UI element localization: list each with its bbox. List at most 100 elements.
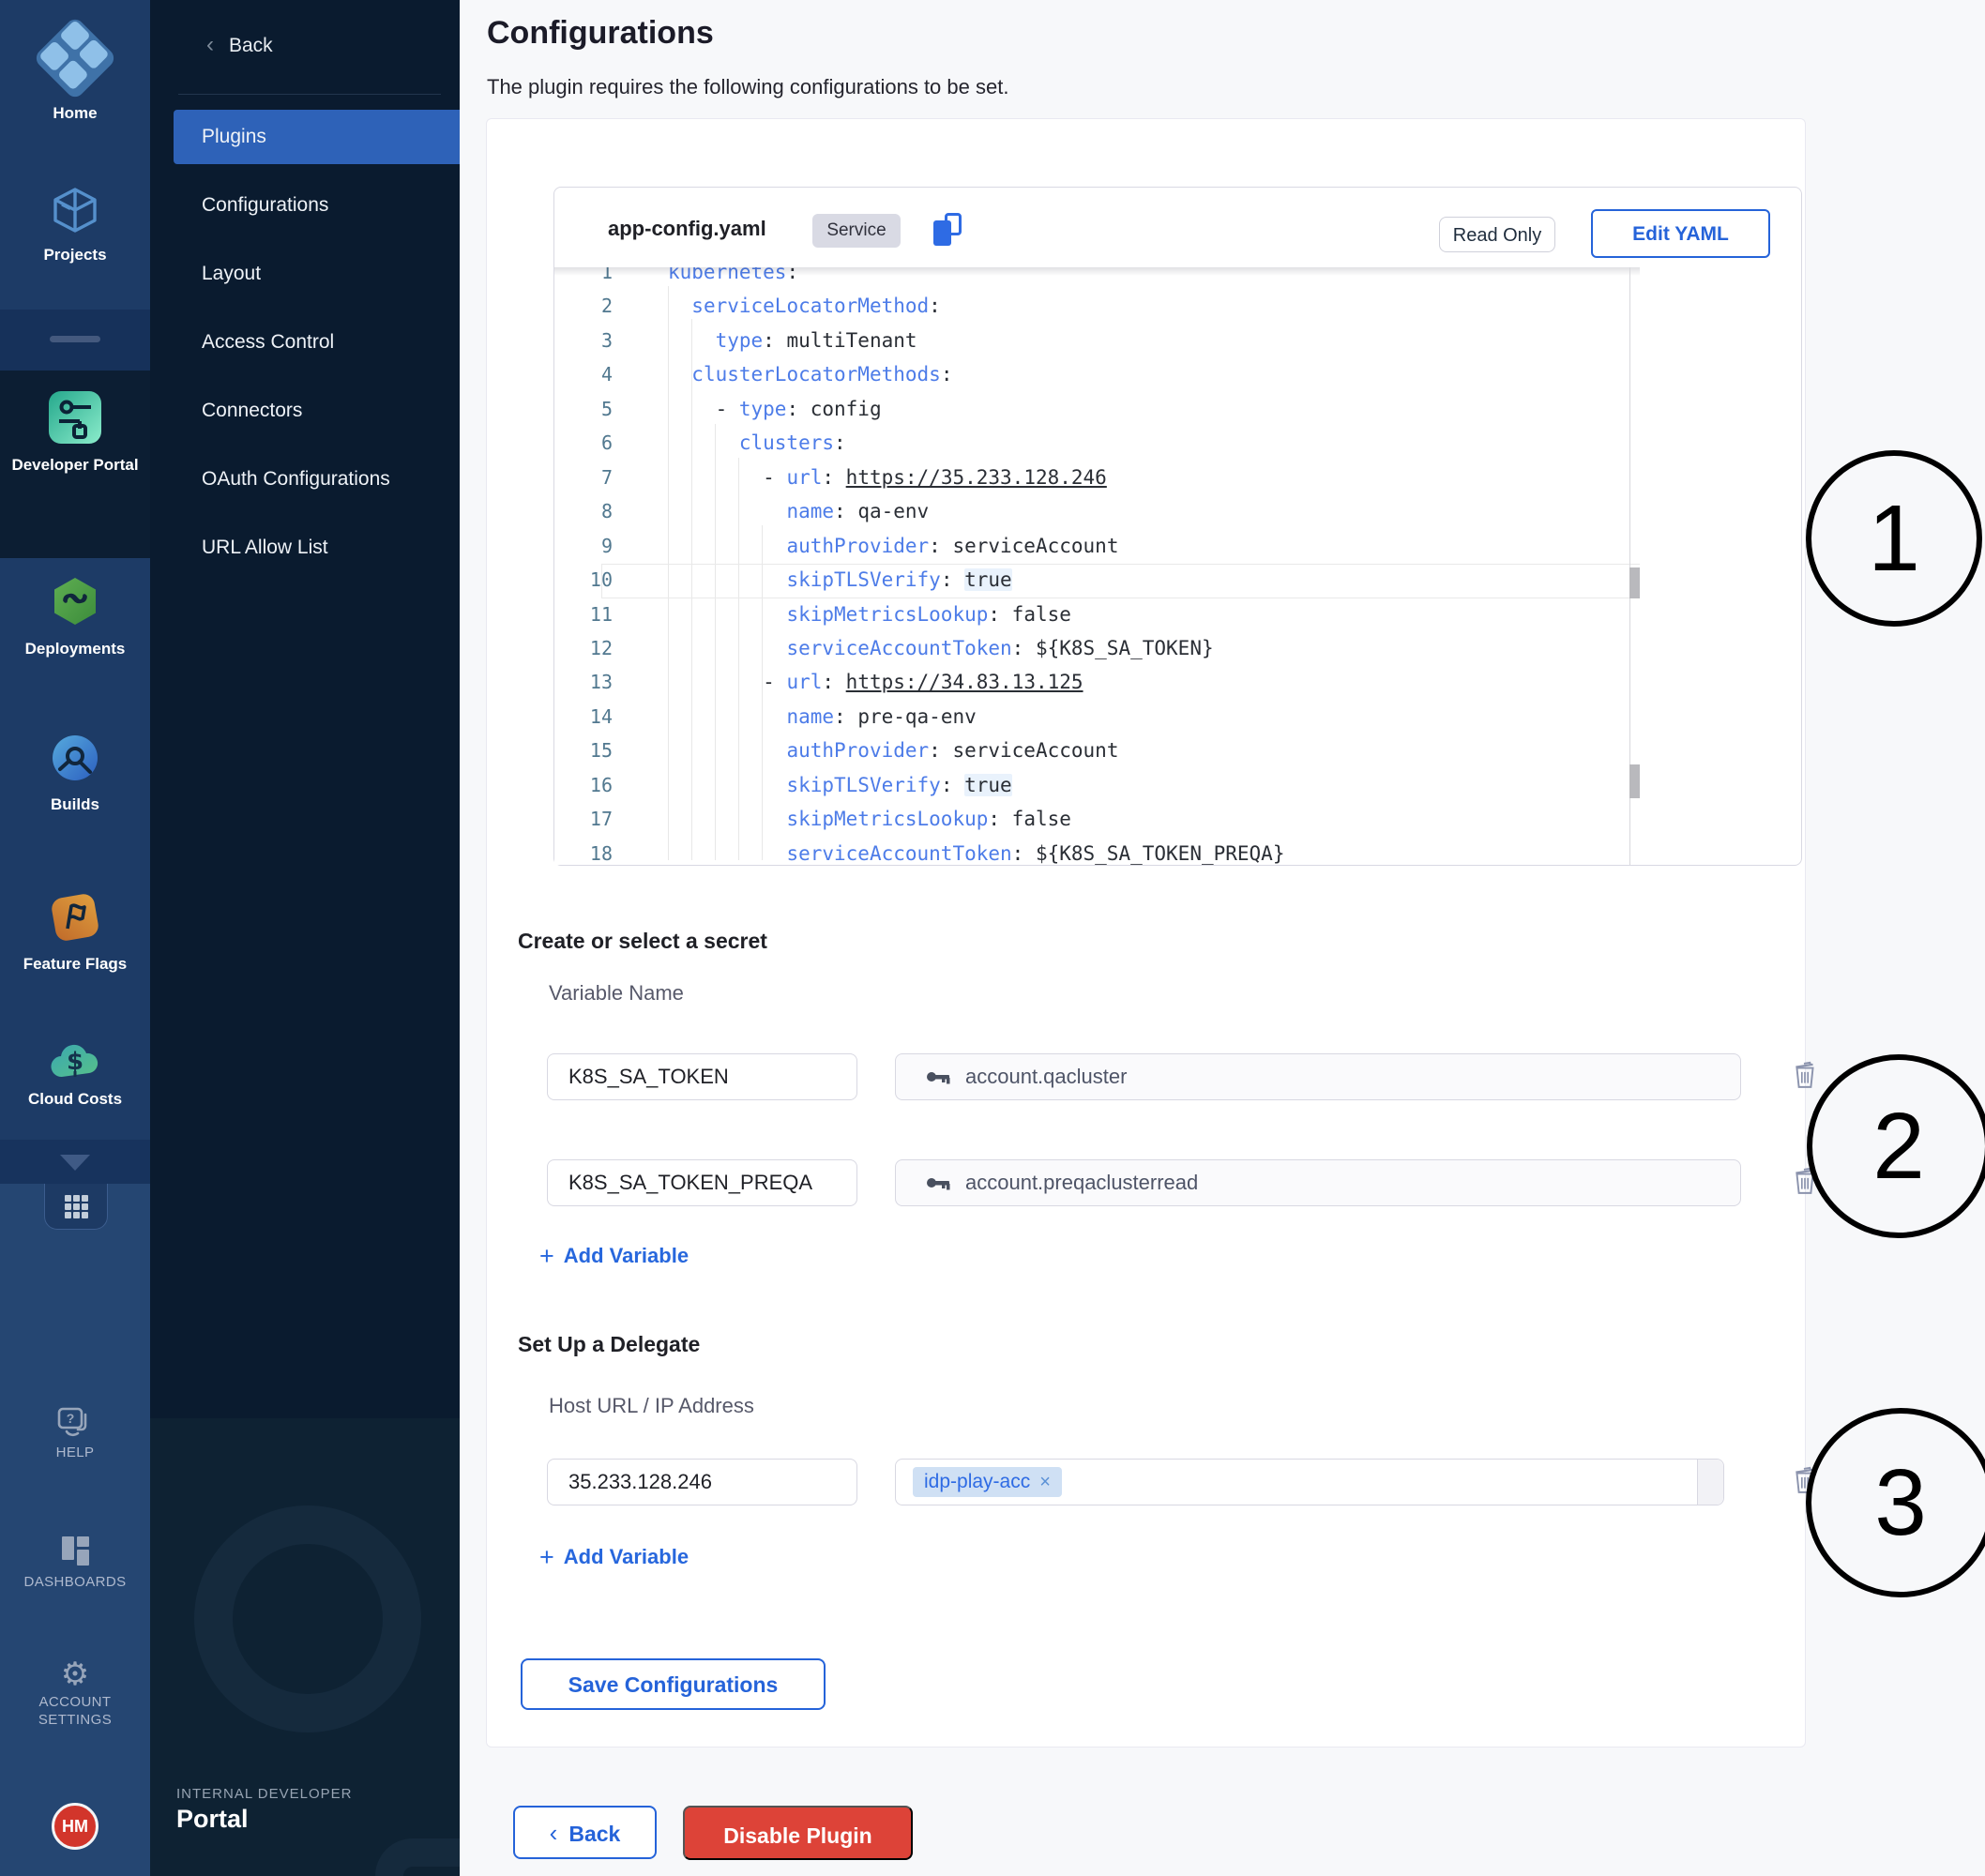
feature-flags-icon [49,891,101,948]
nav-item-layout[interactable]: Layout [202,247,261,301]
annotation-circle-1: 1 [1806,450,1982,627]
code-line-5: 5 - type: config [554,392,1640,427]
scroll-shadow [554,267,1640,276]
sidebar-item-label: Developer Portal [0,455,150,475]
secret-select-field[interactable]: account.preqaclusterread [895,1159,1741,1206]
nav-item-oauth-configurations[interactable]: OAuth Configurations [202,452,390,507]
secret-value: account.qacluster [965,1065,1127,1089]
annotation-circle-2: 2 [1807,1054,1985,1238]
sidebar-item-label: DASHBOARDS [0,1573,150,1591]
sidebar-item-label: ACCOUNT SETTINGS [0,1693,150,1729]
cloud-costs-icon: $ [49,1039,101,1085]
code-line-3: 3 type: multiTenant [554,324,1640,358]
user-avatar[interactable]: HM [52,1803,98,1850]
nav-brand-panel: INTERNAL DEVELOPER Portal [150,1418,460,1876]
key-icon [924,1169,952,1197]
code-line-15: 15 authProvider: serviceAccount [554,734,1640,768]
apps-grid-icon [65,1195,88,1218]
code-line-6: 6 clusters: [554,426,1640,461]
variable-name-input[interactable]: K8S_SA_TOKEN_PREQA [547,1159,857,1206]
code-line-13: 13 - url: https://34.83.13.125 [554,665,1640,700]
sidebar-item-developer-portal[interactable]: Developer Portal [0,390,150,475]
host-url-input[interactable]: 35.233.128.246 [547,1459,857,1505]
sidebar-item-label: Feature Flags [0,954,150,974]
back-button[interactable]: ‹Back [513,1806,657,1859]
code-line-12: 12 serviceAccountToken: ${K8S_SA_TOKEN} [554,631,1640,666]
module-switcher-tab[interactable] [44,1184,108,1230]
sidebar-bottom-section [0,1184,150,1876]
cube-icon [49,184,101,241]
sidebar-item-feature-flags[interactable]: Feature Flags [0,891,150,974]
add-variable-link[interactable]: +Add Variable [539,1242,689,1271]
sidebar-item-dashboards[interactable]: DASHBOARDS [0,1536,150,1591]
annotation-circle-3: 3 [1806,1408,1985,1597]
nav-item-plugins[interactable]: Plugins [174,110,460,164]
edit-yaml-button[interactable]: Edit YAML [1591,209,1770,258]
code-line-11: 11 skipMetricsLookup: false [554,598,1640,632]
delegate-tags-input[interactable]: idp-play-acc× [895,1459,1724,1505]
sidebar-item-account-settings[interactable]: ⚙ ACCOUNT SETTINGS [0,1660,150,1729]
page-title: Configurations [487,15,714,52]
nav-item-connectors[interactable]: Connectors [202,384,302,438]
code-line-14: 14 name: pre-qa-env [554,700,1640,734]
copy-icon[interactable] [933,213,965,249]
remove-tag-icon[interactable]: × [1039,1472,1051,1493]
key-icon [924,1063,952,1091]
svg-text:?: ? [67,1411,75,1426]
nav-items: Plugins Configurations Layout Access Contro… [150,0,460,657]
deployments-icon [50,576,100,631]
trash-icon[interactable] [1792,1059,1818,1089]
brand-title: Portal [176,1805,249,1834]
nav-item-configurations[interactable]: Configurations [202,178,328,233]
sidebar-item-projects[interactable]: Projects [0,184,150,265]
decorative-ring [194,1505,421,1732]
sidebar-item-cloud-costs[interactable]: $ Cloud Costs [0,1039,150,1109]
read-only-badge: Read Only [1439,217,1555,252]
host-url-label: Host URL / IP Address [549,1394,754,1418]
variable-name-input[interactable]: K8S_SA_TOKEN [547,1053,857,1100]
code-line-10: 10 skipTLSVerify: true [554,563,1640,598]
sidebar-item-deployments[interactable]: Deployments [0,576,150,658]
sidebar-item-home[interactable]: Home [0,21,150,123]
scrollbar-thumb[interactable] [1629,764,1640,798]
disable-plugin-button[interactable]: Disable Plugin [683,1806,913,1860]
scrollbar-thumb[interactable] [1629,567,1640,598]
sidebar-item-label: Builds [0,794,150,814]
collapse-handle-icon[interactable] [50,336,100,342]
code-line-4: 4 clusterLocatorMethods: [554,357,1640,392]
sidebar-item-label: Home [0,103,150,123]
nav-item-url-allow-list[interactable]: URL Allow List [202,521,328,575]
module-sidebar: Home Projects Developer Portal Deploymen… [0,0,150,1876]
plugin-nav-panel: ‹Back PluginsConfigurationsLayoutAccess … [150,0,460,1876]
yaml-code-viewport[interactable]: 1kubernetes:2 serviceLocatorMethod:3 typ… [554,267,1640,865]
chevron-down-icon[interactable] [60,1155,90,1171]
code-line-2: 2 serviceLocatorMethod: [554,289,1640,324]
delegate-section-title: Set Up a Delegate [518,1332,700,1357]
harness-logo-icon [45,21,105,88]
secret-value: account.preqaclusterread [965,1171,1198,1195]
tag-field-addon [1697,1460,1723,1505]
avatar-initials: HM [62,1817,88,1837]
sidebar-item-label: Cloud Costs [0,1089,150,1109]
code-line-18: 18 serviceAccountToken: ${K8S_SA_TOKEN_P… [554,837,1640,865]
dashboards-icon [62,1536,89,1566]
developer-portal-icon [48,390,102,449]
decorative-square [375,1838,460,1876]
chevron-left-icon: ‹ [550,1819,558,1847]
add-variable-link[interactable]: +Add Variable [539,1543,689,1572]
code-line-7: 7 - url: https://35.233.128.246 [554,461,1640,495]
service-badge: Service [812,214,901,248]
app-window: Home Projects Developer Portal Deploymen… [0,0,1985,1876]
secret-select-field[interactable]: account.qacluster [895,1053,1741,1100]
plus-icon: + [539,1543,554,1571]
plus-icon: + [539,1242,554,1270]
help-chat-icon: ? [57,1407,93,1439]
save-configurations-button[interactable]: Save Configurations [521,1658,826,1710]
gear-icon: ⚙ [61,1657,89,1692]
sidebar-item-label: HELP [0,1444,150,1461]
sidebar-item-label: Projects [0,245,150,265]
sidebar-item-help[interactable]: ? HELP [0,1407,150,1461]
sidebar-item-label: Deployments [0,639,150,658]
nav-item-access-control[interactable]: Access Control [202,315,334,370]
sidebar-item-builds[interactable]: Builds [0,734,150,814]
